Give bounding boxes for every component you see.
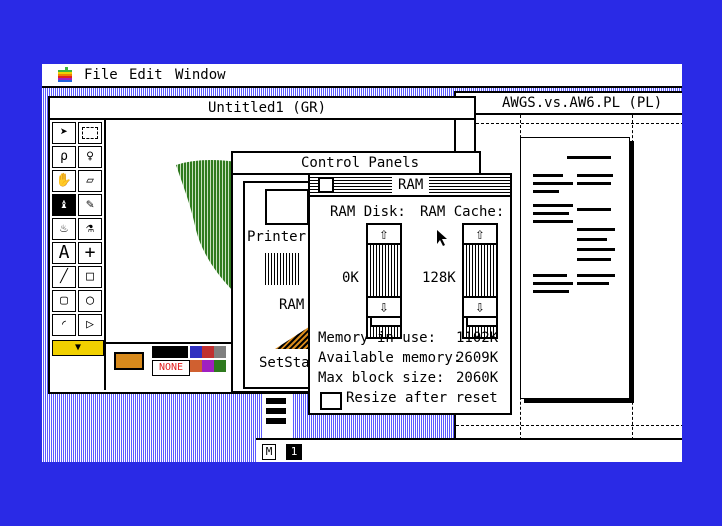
spray-tool-icon[interactable]: ⚗ xyxy=(78,218,102,240)
color-swatch[interactable] xyxy=(202,346,214,358)
pencil-tool-icon[interactable]: ✎ xyxy=(78,194,102,216)
color-swatch[interactable] xyxy=(214,346,226,358)
line-tool-icon[interactable]: ╱ xyxy=(52,266,76,288)
ram-title: RAM xyxy=(392,177,430,193)
up-arrow-icon: ⇧ xyxy=(475,224,485,243)
crosshair-tool-icon[interactable]: + xyxy=(78,242,102,264)
resize-after-reset-checkbox[interactable] xyxy=(320,392,342,410)
menu-window[interactable]: Window xyxy=(175,67,226,83)
screen: File Edit Window AWGS.vs.AW6.PL (PL) Unt… xyxy=(42,64,682,462)
color-swatch[interactable] xyxy=(190,346,202,358)
available-memory-label: Available memory: xyxy=(318,350,462,366)
memory-in-use-value: 1102K xyxy=(456,330,499,346)
max-block-size-value: 2060K xyxy=(456,370,499,386)
page-indicator: M 1 xyxy=(256,438,316,462)
bucket-tool-icon[interactable]: ♨ xyxy=(52,218,76,240)
ram-icon[interactable] xyxy=(263,253,299,285)
pattern-none-label[interactable]: NONE xyxy=(152,360,190,376)
hand-tool-icon[interactable]: ✋ xyxy=(52,170,76,192)
arrow-tool-icon[interactable]: ➤ xyxy=(52,122,76,144)
page-layout-title: AWGS.vs.AW6.PL (PL) xyxy=(496,95,669,111)
up-arrow-icon: ⇧ xyxy=(379,224,389,243)
ram-disk-up-button[interactable]: ⇧ xyxy=(366,223,402,245)
resize-after-reset-label[interactable]: Resize after reset xyxy=(346,390,498,406)
close-box-icon[interactable] xyxy=(318,177,334,193)
marquee-tool-icon[interactable] xyxy=(78,122,102,144)
down-arrow-icon: ⇩ xyxy=(379,297,389,316)
menubar: File Edit Window xyxy=(42,64,682,88)
menu-edit[interactable]: Edit xyxy=(129,67,163,83)
text-tool-icon[interactable]: A xyxy=(52,242,76,264)
paint-title: Untitled1 (GR) xyxy=(202,100,333,116)
ram-disk-label: RAM Disk: xyxy=(330,204,406,220)
paint-titlebar[interactable]: Untitled1 (GR) xyxy=(50,98,474,120)
round-rect-tool-icon[interactable]: ▢ xyxy=(52,290,76,312)
page-layout-titlebar[interactable]: AWGS.vs.AW6.PL (PL) xyxy=(456,93,682,115)
lasso-tool-icon[interactable]: ρ xyxy=(52,146,76,168)
ram-cache-value: 128K xyxy=(422,270,456,286)
menu-file[interactable]: File xyxy=(84,67,118,83)
memory-in-use-label: Memory in use: xyxy=(318,330,437,346)
control-panels-title: Control Panels xyxy=(295,155,426,171)
ram-cache-down-button[interactable]: ⇩ xyxy=(462,296,498,318)
ram-cache-slider[interactable] xyxy=(462,243,498,339)
tool-palette: ➤ ρ ♀ ✋ ▱ ♝ ✎ ♨ ⚗ A + ╱ □ ▢ ◯ ◜ ▷ ▼ xyxy=(50,120,106,390)
control-panel-ram[interactable]: RAM xyxy=(279,297,304,313)
eraser-tool-icon[interactable]: ▱ xyxy=(78,170,102,192)
current-color-swatch[interactable] xyxy=(114,352,144,370)
oval-tool-icon[interactable]: ◯ xyxy=(78,290,102,312)
mouse-cursor-icon xyxy=(437,230,447,246)
ram-cache-up-button[interactable]: ⇧ xyxy=(462,223,498,245)
ram-disk-down-button[interactable]: ⇩ xyxy=(366,296,402,318)
color-swatch[interactable] xyxy=(190,360,202,372)
color-swatch[interactable] xyxy=(214,360,226,372)
available-memory-value: 2609K xyxy=(456,350,499,366)
ram-window: RAM RAM Disk: RAM Cache: ⇧ ⇩ 0K ⇧ ⇩ 128K… xyxy=(308,173,512,415)
rect-tool-icon[interactable]: □ xyxy=(78,266,102,288)
down-arrow-icon: ⇩ xyxy=(475,297,485,316)
pattern-swatch-black[interactable] xyxy=(152,346,188,358)
ram-cache-label: RAM Cache: xyxy=(420,204,505,220)
master-page-tab[interactable]: M xyxy=(262,444,276,460)
color-swatch[interactable] xyxy=(202,360,214,372)
brush-tool-icon[interactable]: ♝ xyxy=(52,194,76,216)
arc-tool-icon[interactable]: ◜ xyxy=(52,314,76,336)
printer-icon[interactable] xyxy=(265,189,309,225)
page-thumbnail[interactable] xyxy=(520,137,630,399)
lasso-rect-tool-icon[interactable]: ♀ xyxy=(78,146,102,168)
control-panels-titlebar[interactable]: Control Panels xyxy=(233,153,479,175)
page-horizontal-scrollbar[interactable] xyxy=(316,438,682,462)
palette-toggle-icon[interactable]: ▼ xyxy=(52,340,104,356)
ram-disk-slider[interactable] xyxy=(366,243,402,339)
page-style-palette xyxy=(262,394,292,438)
control-panel-setstart[interactable]: SetSta xyxy=(259,355,310,371)
page-number-tab[interactable]: 1 xyxy=(286,444,302,460)
ram-disk-value: 0K xyxy=(342,270,359,286)
ram-titlebar[interactable]: RAM xyxy=(310,175,510,197)
polygon-tool-icon[interactable]: ▷ xyxy=(78,314,102,336)
max-block-size-label: Max block size: xyxy=(318,370,445,386)
apple-icon[interactable] xyxy=(56,67,74,83)
